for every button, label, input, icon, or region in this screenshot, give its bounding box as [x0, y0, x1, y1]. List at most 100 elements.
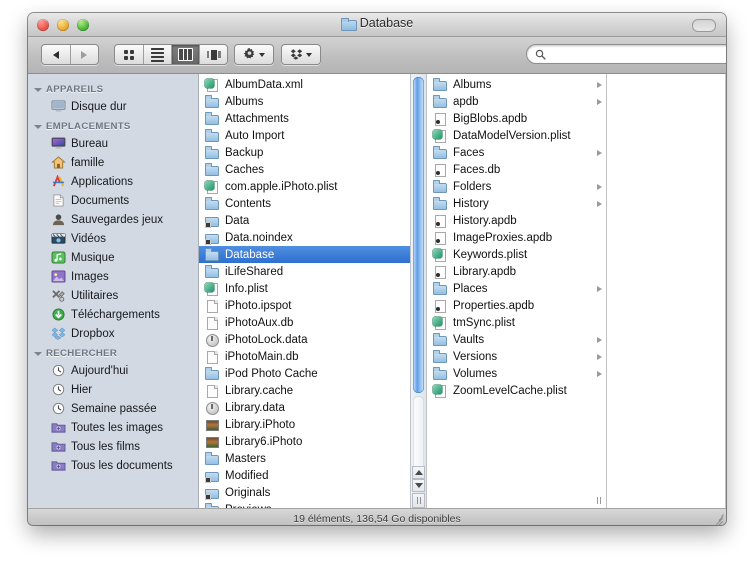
file-row[interactable]: DataModelVersion.plist	[427, 127, 606, 144]
file-row[interactable]: Versions	[427, 348, 606, 365]
file-row[interactable]: Modified	[199, 467, 426, 484]
file-row[interactable]: Faces.db	[427, 161, 606, 178]
disclosure-arrow-icon[interactable]	[597, 183, 602, 190]
file-row[interactable]: Info.plist	[199, 280, 426, 297]
file-row[interactable]: Vaults	[427, 331, 606, 348]
sidebar-item-vid-os[interactable]: Vidéos	[28, 229, 198, 248]
file-row[interactable]: History.apdb	[427, 212, 606, 229]
file-row[interactable]: Data.noindex	[199, 229, 426, 246]
file-row[interactable]: Caches	[199, 161, 426, 178]
column-3[interactable]	[607, 74, 726, 508]
file-row[interactable]: Data	[199, 212, 426, 229]
scrollbar-thumb[interactable]	[413, 77, 424, 393]
window-resize-grip[interactable]	[711, 513, 725, 525]
file-row[interactable]: Folders	[427, 178, 606, 195]
disclosure-triangle-icon[interactable]	[34, 351, 42, 356]
disclosure-arrow-icon[interactable]	[597, 98, 602, 105]
sidebar-section-header[interactable]: RECHERCHER	[28, 343, 198, 361]
file-row[interactable]: Albums	[427, 76, 606, 93]
action-menu-button[interactable]	[234, 44, 274, 65]
file-row[interactable]: iPhotoAux.db	[199, 314, 426, 331]
file-row[interactable]: apdb	[427, 93, 606, 110]
disclosure-arrow-icon[interactable]	[597, 370, 602, 377]
file-row[interactable]: iLifeShared	[199, 263, 426, 280]
file-row[interactable]: ImageProxies.apdb	[427, 229, 606, 246]
file-row[interactable]: Database	[199, 246, 426, 263]
file-row[interactable]: Library.apdb	[427, 263, 606, 280]
file-row[interactable]: Library6.iPhoto	[199, 433, 426, 450]
disclosure-arrow-icon[interactable]	[597, 81, 602, 88]
file-row[interactable]: iPod Photo Cache	[199, 365, 426, 382]
file-row[interactable]: Attachments	[199, 110, 426, 127]
file-row[interactable]: History	[427, 195, 606, 212]
disclosure-triangle-icon[interactable]	[34, 124, 42, 129]
sidebar[interactable]: APPAREILS Disque dur EMPLACEMENTS Bureau fam…	[28, 74, 199, 508]
file-row[interactable]: Library.data	[199, 399, 426, 416]
sidebar-item-dropbox[interactable]: Dropbox	[28, 324, 198, 343]
file-row[interactable]: AlbumData.xml	[199, 76, 426, 93]
forward-button[interactable]	[69, 45, 99, 64]
file-row[interactable]: Volumes	[427, 365, 606, 382]
column-2[interactable]: Albums apdb BigBlobs.apdb DataModelVersion.…	[427, 74, 607, 508]
file-row[interactable]: Masters	[199, 450, 426, 467]
sidebar-item-semaine-pass-e[interactable]: Semaine passée	[28, 399, 198, 418]
disclosure-arrow-icon[interactable]	[597, 149, 602, 156]
sidebar-section-header[interactable]: APPAREILS	[28, 79, 198, 97]
disclosure-arrow-icon[interactable]	[597, 336, 602, 343]
file-row[interactable]: Library.cache	[199, 382, 426, 399]
column-view-button[interactable]	[171, 45, 199, 64]
file-row[interactable]: Auto Import	[199, 127, 426, 144]
file-row[interactable]: Albums	[199, 93, 426, 110]
disclosure-arrow-icon[interactable]	[597, 285, 602, 292]
sidebar-item-applications[interactable]: Applications	[28, 172, 198, 191]
sidebar-item-famille[interactable]: famille	[28, 153, 198, 172]
sidebar-item-disque-dur[interactable]: Disque dur	[28, 97, 198, 116]
file-row[interactable]: Keywords.plist	[427, 246, 606, 263]
sidebar-item-musique[interactable]: Musique	[28, 248, 198, 267]
file-row[interactable]: iPhotoLock.data	[199, 331, 426, 348]
sidebar-item-aujourd-hui[interactable]: Aujourd'hui	[28, 361, 198, 380]
file-row[interactable]: Previews	[199, 501, 426, 508]
toolbar-toggle-button[interactable]	[692, 19, 716, 32]
back-button[interactable]	[42, 45, 70, 64]
sidebar-item-toutes-les-images[interactable]: Toutes les images	[28, 418, 198, 437]
sidebar-item-t-l-chargements[interactable]: Téléchargements	[28, 305, 198, 324]
disclosure-triangle-icon[interactable]	[34, 87, 42, 92]
search-field[interactable]	[526, 44, 726, 64]
column-1-scrollbar[interactable]	[410, 74, 426, 508]
sidebar-item-sauvegardes-jeux[interactable]: Sauvegardes jeux	[28, 210, 198, 229]
coverflow-view-button[interactable]	[199, 45, 227, 64]
sidebar-item-hier[interactable]: Hier	[28, 380, 198, 399]
file-row[interactable]: com.apple.iPhoto.plist	[199, 178, 426, 195]
sidebar-item-tous-les-films[interactable]: Tous les films	[28, 437, 198, 456]
scroll-arrows[interactable]	[412, 466, 425, 492]
sidebar-item-images[interactable]: Images	[28, 267, 198, 286]
sidebar-item-documents[interactable]: Documents	[28, 191, 198, 210]
file-row[interactable]: BigBlobs.apdb	[427, 110, 606, 127]
file-row[interactable]: Originals	[199, 484, 426, 501]
sidebar-item-tous-les-documents[interactable]: Tous les documents	[28, 456, 198, 475]
file-row[interactable]: Places	[427, 280, 606, 297]
file-row[interactable]: Library.iPhoto	[199, 416, 426, 433]
file-row[interactable]: Contents	[199, 195, 426, 212]
column-1-resize-handle[interactable]	[412, 493, 425, 508]
file-row[interactable]: iPhotoMain.db	[199, 348, 426, 365]
column-1[interactable]: AlbumData.xml Albums Attachments Auto Impor…	[199, 74, 427, 508]
file-row[interactable]: Faces	[427, 144, 606, 161]
file-row[interactable]: Backup	[199, 144, 426, 161]
scroll-up-button[interactable]	[412, 466, 425, 479]
file-row[interactable]: tmSync.plist	[427, 314, 606, 331]
sidebar-section-header[interactable]: EMPLACEMENTS	[28, 116, 198, 134]
file-row[interactable]: iPhoto.ipspot	[199, 297, 426, 314]
search-input[interactable]	[550, 47, 726, 61]
disclosure-arrow-icon[interactable]	[597, 353, 602, 360]
file-row[interactable]: Properties.apdb	[427, 297, 606, 314]
file-row[interactable]: ZoomLevelCache.plist	[427, 382, 606, 399]
sidebar-item-utilitaires[interactable]: Utilitaires	[28, 286, 198, 305]
scroll-down-button[interactable]	[412, 479, 425, 492]
list-view-button[interactable]	[143, 45, 171, 64]
column-2-resize-handle[interactable]	[592, 493, 605, 508]
disclosure-arrow-icon[interactable]	[597, 200, 602, 207]
icon-view-button[interactable]	[115, 45, 143, 64]
sidebar-item-bureau[interactable]: Bureau	[28, 134, 198, 153]
